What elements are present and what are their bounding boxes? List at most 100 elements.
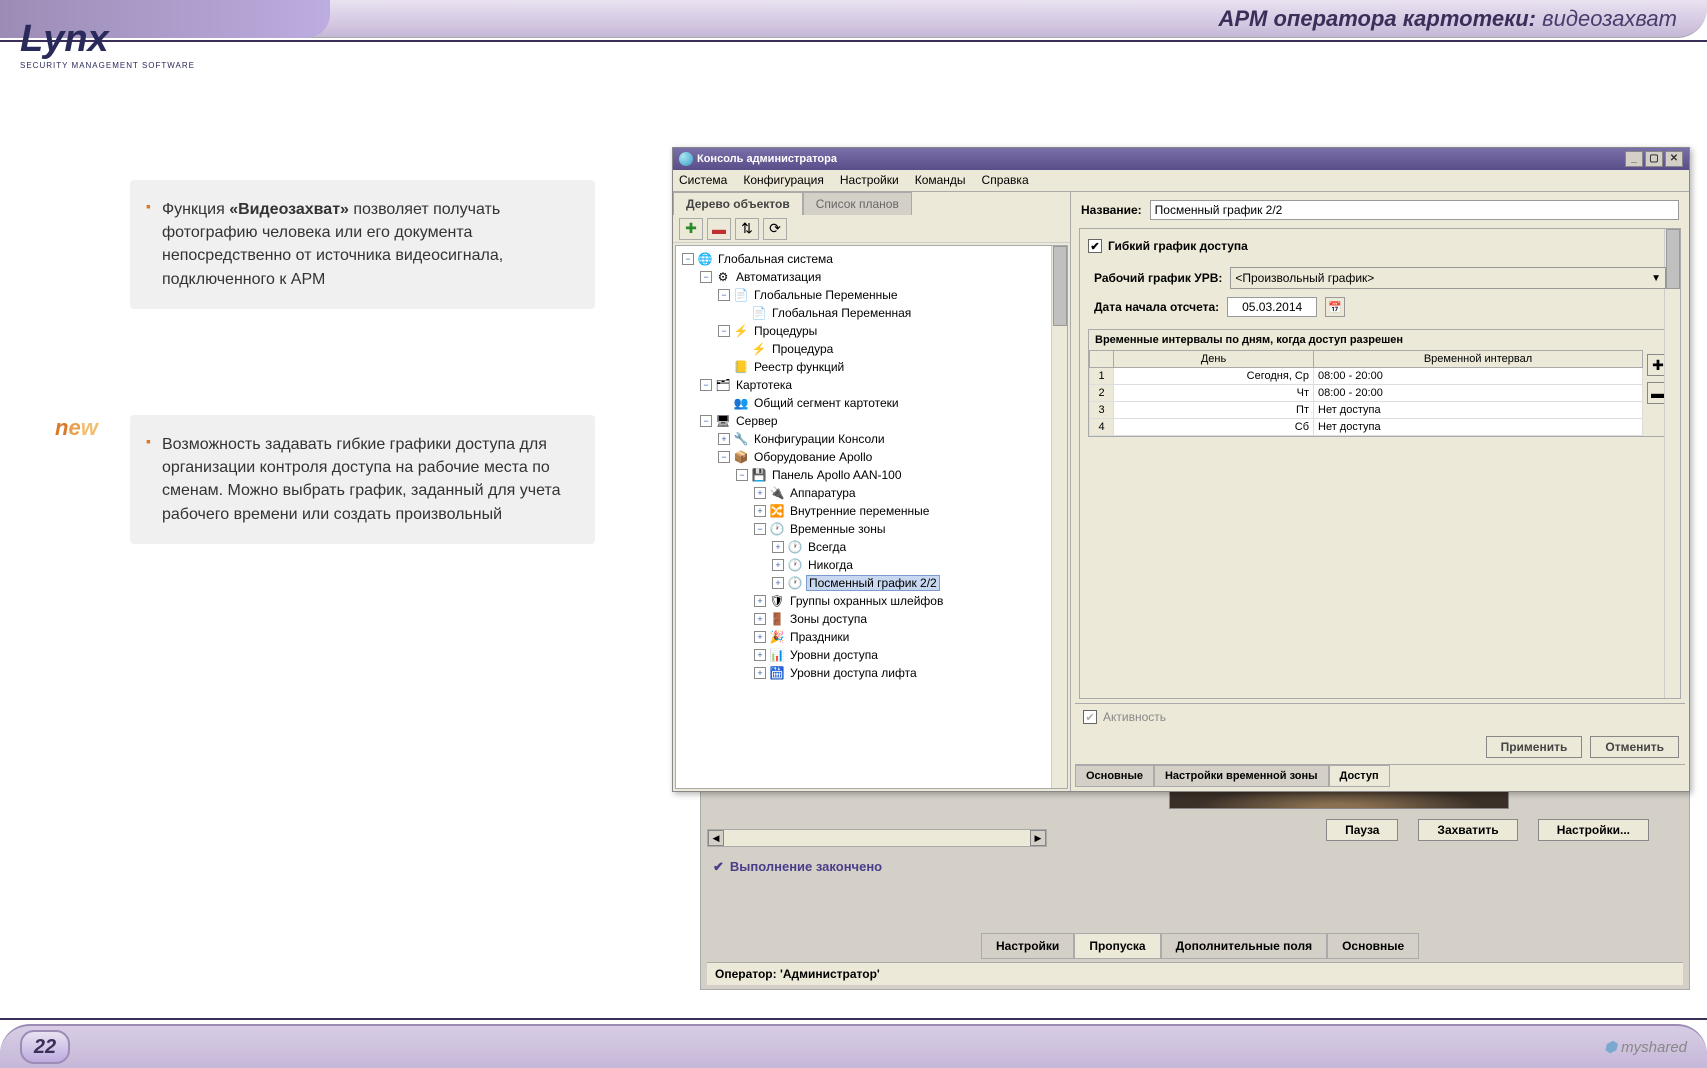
tree-toggle-icon[interactable]: + bbox=[754, 487, 766, 499]
tree-toggle-icon[interactable]: + bbox=[754, 505, 766, 517]
tab-plans-list[interactable]: Список планов bbox=[803, 192, 912, 215]
menu-settings[interactable]: Настройки bbox=[840, 173, 899, 188]
tree-node[interactable]: −🕐Временные зоны bbox=[678, 520, 1065, 538]
tree-toggle-icon[interactable]: − bbox=[736, 469, 748, 481]
menu-system[interactable]: Система bbox=[679, 173, 727, 188]
apply-button[interactable]: Применить bbox=[1486, 736, 1583, 758]
tree-node[interactable]: +🛗Уровни доступа лифта bbox=[678, 664, 1065, 682]
tree-item-icon: 🔧 bbox=[733, 431, 749, 447]
activity-checkbox[interactable]: ✔ bbox=[1083, 710, 1097, 724]
tree-toggle-icon[interactable]: + bbox=[754, 631, 766, 643]
table-row[interactable]: 4СбНет доступа bbox=[1090, 419, 1643, 436]
footer-bar: 22 ⬢ myshared bbox=[0, 1024, 1707, 1068]
tree-item-icon: 🕐 bbox=[769, 521, 785, 537]
tab-timezone[interactable]: Настройки временной зоны bbox=[1154, 765, 1329, 787]
tree-node[interactable]: −💾Панель Apollo AAN-100 bbox=[678, 466, 1065, 484]
tree-node[interactable]: +🕐Никогда bbox=[678, 556, 1065, 574]
table-row[interactable]: 2Чт08:00 - 20:00 bbox=[1090, 385, 1643, 402]
cancel-button[interactable]: Отменить bbox=[1590, 736, 1679, 758]
scroll-right-icon[interactable]: ▶ bbox=[1030, 830, 1046, 846]
tree-node[interactable]: +🔀Внутренние переменные bbox=[678, 502, 1065, 520]
tree-toggle-icon[interactable]: + bbox=[772, 559, 784, 571]
tree-toggle-icon[interactable]: + bbox=[754, 667, 766, 679]
tree-node[interactable]: +🎉Праздники bbox=[678, 628, 1065, 646]
tree-node[interactable]: −⚡Процедуры bbox=[678, 322, 1065, 340]
tab-passes[interactable]: Пропуска bbox=[1074, 933, 1160, 959]
top-divider bbox=[0, 40, 1707, 42]
flex-schedule-checkbox[interactable]: ✔ bbox=[1088, 239, 1102, 253]
tree-node[interactable]: +🚪Зоны доступа bbox=[678, 610, 1065, 628]
urv-dropdown[interactable]: <Произвольный график> bbox=[1230, 267, 1666, 289]
panel-scrollbar[interactable] bbox=[1664, 229, 1680, 698]
tree-node[interactable]: 📄Глобальная Переменная bbox=[678, 304, 1065, 322]
tab-settings[interactable]: Настройки bbox=[981, 933, 1074, 959]
tab-extra-fields[interactable]: Дополнительные поля bbox=[1161, 933, 1328, 959]
tab-access[interactable]: Доступ bbox=[1329, 765, 1390, 787]
tree-node[interactable]: +🕐Всегда bbox=[678, 538, 1065, 556]
tree-node[interactable]: 👥Общий сегмент картотеки bbox=[678, 394, 1065, 412]
tree-toggle-icon[interactable]: + bbox=[754, 595, 766, 607]
minimize-button[interactable]: _ bbox=[1625, 151, 1643, 167]
tree-node[interactable]: ⚡Процедура bbox=[678, 340, 1065, 358]
tree-toggle-icon[interactable]: + bbox=[718, 433, 730, 445]
horizontal-scrollbar[interactable]: ◀ ▶ bbox=[707, 829, 1047, 847]
col-interval[interactable]: Временной интервал bbox=[1314, 351, 1643, 368]
scrollbar-thumb[interactable] bbox=[1666, 229, 1680, 289]
tree-node[interactable]: −📦Оборудование Apollo bbox=[678, 448, 1065, 466]
tree-toggle-icon[interactable]: − bbox=[700, 271, 712, 283]
bullet-box-2: ▪ Возможность задавать гибкие графики до… bbox=[130, 415, 595, 544]
tree-toggle-icon[interactable]: − bbox=[682, 253, 694, 265]
tree-node[interactable]: +🔧Конфигурации Консоли bbox=[678, 430, 1065, 448]
title-bar[interactable]: Консоль администратора _ ▢ ✕ bbox=[673, 148, 1689, 170]
scroll-left-icon[interactable]: ◀ bbox=[708, 830, 724, 846]
pause-button[interactable]: Пауза bbox=[1326, 819, 1398, 841]
tree-item-icon: 📄 bbox=[733, 287, 749, 303]
scrollbar-thumb[interactable] bbox=[1053, 246, 1067, 326]
tree-toggle-icon[interactable]: − bbox=[754, 523, 766, 535]
tree-scrollbar[interactable] bbox=[1051, 246, 1067, 788]
capture-button[interactable]: Захватить bbox=[1418, 819, 1517, 841]
tree-toggle-icon[interactable]: − bbox=[718, 289, 730, 301]
close-button[interactable]: ✕ bbox=[1665, 151, 1683, 167]
settings-button[interactable]: Настройки... bbox=[1538, 819, 1649, 841]
object-tree[interactable]: −🌐Глобальная система−⚙Автоматизация−📄Гло… bbox=[675, 245, 1068, 789]
remove-button[interactable]: ▬ bbox=[707, 218, 731, 240]
tree-node[interactable]: +📊Уровни доступа bbox=[678, 646, 1065, 664]
tree-node[interactable]: −🌐Глобальная система bbox=[678, 250, 1065, 268]
tree-toggle-icon[interactable]: + bbox=[772, 541, 784, 553]
col-day[interactable]: День bbox=[1114, 351, 1314, 368]
tree-node[interactable]: +🔌Аппаратура bbox=[678, 484, 1065, 502]
header-bar: АРМ оператора картотеки: видеозахват bbox=[0, 0, 1707, 38]
tree-node[interactable]: +🛡Группы охранных шлейфов bbox=[678, 592, 1065, 610]
tree-node[interactable]: −🗂Картотека bbox=[678, 376, 1065, 394]
tree-node[interactable]: +🕐Посменный график 2/2 bbox=[678, 574, 1065, 592]
menu-commands[interactable]: Команды bbox=[915, 173, 966, 188]
tree-node[interactable]: −🖥Сервер bbox=[678, 412, 1065, 430]
maximize-button[interactable]: ▢ bbox=[1645, 151, 1663, 167]
tree-node[interactable]: 📒Реестр функций bbox=[678, 358, 1065, 376]
tab-main[interactable]: Основные bbox=[1075, 765, 1154, 787]
tree-toggle-icon[interactable]: − bbox=[700, 379, 712, 391]
date-input[interactable] bbox=[1227, 297, 1317, 317]
tree-node[interactable]: −⚙Автоматизация bbox=[678, 268, 1065, 286]
menu-help[interactable]: Справка bbox=[982, 173, 1029, 188]
refresh-button[interactable]: ⟳ bbox=[763, 218, 787, 240]
tree-toggle-icon[interactable]: − bbox=[700, 415, 712, 427]
tree-toggle-icon[interactable]: + bbox=[772, 577, 784, 589]
calendar-icon[interactable]: 📅 bbox=[1325, 297, 1345, 317]
tree-item-label: Уровни доступа лифта bbox=[788, 666, 919, 680]
tree-toggle-icon[interactable]: + bbox=[754, 649, 766, 661]
tab-main[interactable]: Основные bbox=[1327, 933, 1419, 959]
tree-toggle-icon[interactable]: − bbox=[718, 325, 730, 337]
sort-button[interactable]: ⇅ bbox=[735, 218, 759, 240]
name-input[interactable] bbox=[1150, 200, 1679, 220]
menu-config[interactable]: Конфигурация bbox=[743, 173, 824, 188]
table-row[interactable]: 1Сегодня, Ср08:00 - 20:00 bbox=[1090, 368, 1643, 385]
table-row[interactable]: 3ПтНет доступа bbox=[1090, 402, 1643, 419]
tree-node[interactable]: −📄Глобальные Переменные bbox=[678, 286, 1065, 304]
tree-toggle-icon[interactable]: + bbox=[754, 613, 766, 625]
tree-toggle-icon[interactable]: − bbox=[718, 451, 730, 463]
tree-item-icon: 🖥 bbox=[715, 413, 731, 429]
tab-object-tree[interactable]: Дерево объектов bbox=[673, 192, 803, 215]
add-button[interactable]: ✚ bbox=[679, 218, 703, 240]
